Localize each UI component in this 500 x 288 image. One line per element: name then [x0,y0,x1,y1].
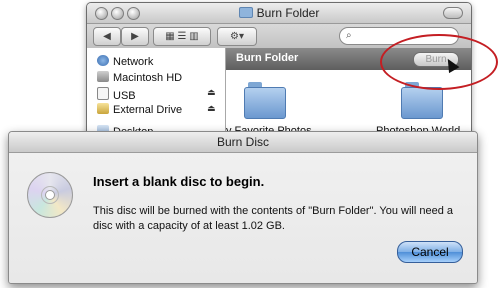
sidebar-item-label: USB [113,90,136,102]
screen: Burn Folder ◀ ▶ ▦ ☰ ▥ ⚙▾ ⌕ Network Macin… [0,0,500,288]
hard-drive-icon [97,71,109,82]
forward-button[interactable]: ▶ [121,27,149,46]
gear-icon: ⚙▾ [230,31,244,42]
view-modes-icon: ▦ ☰ ▥ [165,31,199,42]
sidebar-item-network[interactable]: Network [97,55,153,69]
finder-title-text: Burn Folder [256,6,320,20]
sidebar-item-label: Network [113,56,154,68]
dialog-titlebar: Burn Disc [9,132,477,153]
dialog-heading: Insert a blank disc to begin. [93,174,265,189]
toolbar-toggle-button[interactable] [443,7,463,19]
burn-bar-title: Burn Folder [236,52,299,64]
sidebar-item-label: Macintosh HD [113,72,183,84]
dialog-title: Burn Disc [216,135,269,149]
burn-folder-icon [238,7,253,18]
cancel-button[interactable]: Cancel [397,241,463,263]
external-drive-icon [97,103,109,114]
back-arrow-icon: ◀ [103,31,111,42]
eject-usb-icon[interactable]: ⏏ [207,87,216,98]
burn-disc-dialog: Burn Disc Insert a blank disc to begin. … [8,131,478,284]
sidebar-item-usb[interactable]: USB [97,87,136,102]
sidebar-item-macintosh-hd[interactable]: Macintosh HD [97,71,182,85]
folder-icon[interactable] [244,82,286,119]
view-mode-control[interactable]: ▦ ☰ ▥ [153,27,211,46]
finder-titlebar: Burn Folder [87,3,471,24]
sidebar-item-external-drive[interactable]: External Drive [97,103,182,117]
dialog-message: This disc will be burned with the conten… [93,205,454,232]
sidebar-item-label: External Drive [113,104,183,116]
finder-window-title: Burn Folder [87,6,471,20]
action-menu-button[interactable]: ⚙▾ [217,27,257,46]
usb-drive-icon [97,87,109,100]
eject-external-drive-icon[interactable]: ⏏ [207,103,216,114]
network-icon [97,55,109,66]
back-button[interactable]: ◀ [93,27,121,46]
search-icon: ⌕ [346,30,352,41]
disc-icon [27,172,73,218]
annotation-oval [380,34,498,90]
forward-arrow-icon: ▶ [131,31,139,42]
